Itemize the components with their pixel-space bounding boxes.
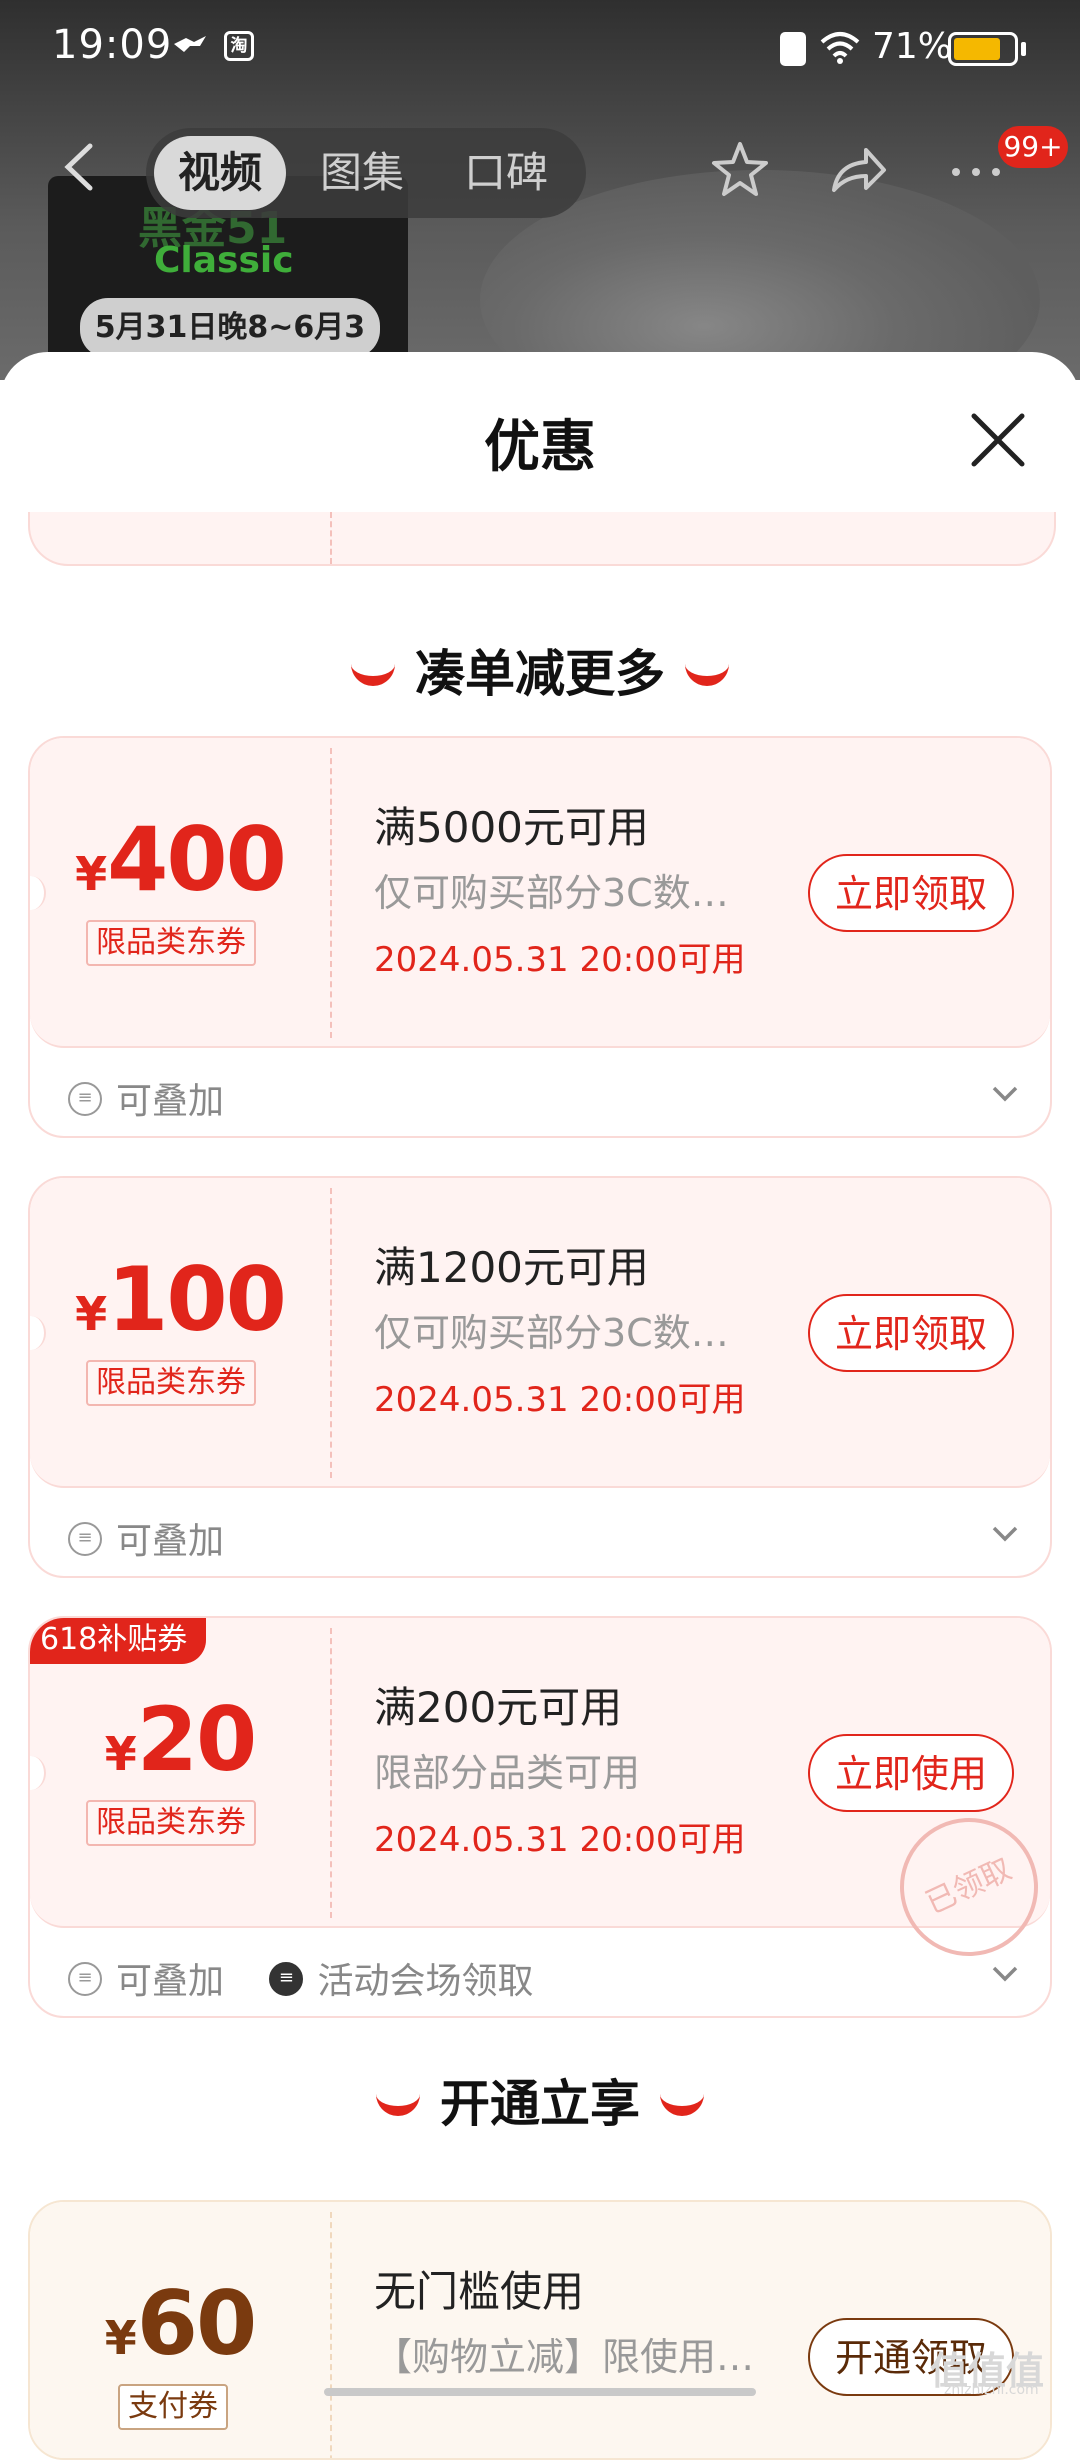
close-icon[interactable] <box>968 410 1028 470</box>
claim-button[interactable]: 立即领取 <box>808 1294 1014 1372</box>
coupon-footer: ≡ 可叠加 ≡ 活动会场领取 <box>68 1952 533 2004</box>
divider <box>330 2212 332 2458</box>
claim-button[interactable]: 立即领取 <box>808 854 1014 932</box>
smile-icon <box>351 654 395 686</box>
tab-reviews[interactable]: 口碑 <box>464 128 548 218</box>
venue-icon: ≡ <box>269 1962 304 1996</box>
coupon-date: 2024.05.31 20:00可用 <box>374 1380 746 1420</box>
stackable-label: 可叠加 <box>116 1521 225 1562</box>
battery-tip <box>1021 42 1026 56</box>
poster-line2: Classic <box>154 240 294 281</box>
coupon-card: ¥100 限品类东券 满1200元可用 仅可购买部分3C数… 2024.05.3… <box>28 1176 1052 1578</box>
stackable-label: 可叠加 <box>116 1961 225 2002</box>
divider <box>330 1188 332 1478</box>
coupon-condition: 无门槛使用 <box>374 2267 585 2316</box>
coupon-body: ¥100 限品类东券 满1200元可用 仅可购买部分3C数… 2024.05.3… <box>30 1178 1050 1488</box>
coupon-scope: 仅可购买部分3C数… <box>374 1311 729 1355</box>
poster-line3: 5月31日晚8~6月3日 <box>80 298 380 386</box>
battery-percent: 71% <box>872 26 953 67</box>
currency-symbol: ¥ <box>104 2311 137 2365</box>
section-title-text: 凑单减更多 <box>415 645 665 703</box>
subsidy-ribbon: 618补贴券 <box>30 1618 206 1664</box>
home-indicator[interactable] <box>324 2388 756 2396</box>
coupon-date: 2024.05.31 20:00可用 <box>374 940 746 980</box>
stack-icon: ≡ <box>68 1082 102 1116</box>
coupon-footer: ≡ 可叠加 <box>68 1512 224 1564</box>
coupon-type-tag: 支付券 <box>118 2384 228 2430</box>
stackable-label: 可叠加 <box>116 1081 225 1122</box>
amount-value: 20 <box>136 1688 257 1791</box>
share-icon[interactable] <box>826 138 890 202</box>
coupon-card: ¥400 限品类东券 满5000元可用 仅可购买部分3C数… 2024.05.3… <box>28 736 1052 1138</box>
chevron-down-icon[interactable] <box>990 1078 1020 1108</box>
amount-value: 100 <box>107 1248 287 1351</box>
coupon-type-tag: 限品类东券 <box>86 1800 256 1846</box>
smile-icon <box>660 2084 704 2116</box>
coupon-scope: 仅可购买部分3C数… <box>374 871 729 915</box>
coupon-date: 2024.05.31 20:00可用 <box>374 1820 746 1860</box>
amount-value: 400 <box>107 808 287 911</box>
amount-value: 60 <box>136 2272 257 2375</box>
sheet-title: 优惠 <box>484 415 596 480</box>
coupon-body: ¥60 支付券 无门槛使用 【购物立减】限使用… 开通领取 <box>30 2202 1050 2458</box>
status-time: 19:09 <box>52 22 173 68</box>
taobao-icon: 淘 <box>224 31 254 61</box>
watermark-url: zhizhizhi.com <box>944 2382 1039 2398</box>
coupon-amount: ¥100 <box>30 1248 330 1351</box>
coupon-scope: 限部分品类可用 <box>374 1751 641 1795</box>
coupon-amount: ¥60 <box>30 2272 330 2375</box>
coupon-amount: ¥20 <box>30 1688 330 1791</box>
coupon-condition: 满200元可用 <box>374 1683 623 1732</box>
coupon-card: ¥20 限品类东券 满200元可用 限部分品类可用 2024.05.31 20:… <box>28 1616 1052 2018</box>
coupon-condition: 满5000元可用 <box>374 803 649 852</box>
coupon-type-tag: 限品类东券 <box>86 920 256 966</box>
section-title-text: 开通立享 <box>440 2075 640 2133</box>
chevron-down-icon[interactable] <box>990 1958 1020 1988</box>
coupon-body: ¥400 限品类东券 满5000元可用 仅可购买部分3C数… 2024.05.3… <box>30 738 1050 1048</box>
coupon-type-tag: 限品类东券 <box>86 1360 256 1406</box>
use-button[interactable]: 立即使用 <box>808 1734 1014 1812</box>
message-badge: 99+ <box>998 126 1068 168</box>
status-bar: 19:09 淘 71% <box>0 0 1080 100</box>
back-icon[interactable] <box>60 142 100 192</box>
previous-coupon-card <box>28 512 1056 566</box>
smile-icon <box>685 654 729 686</box>
stack-icon: ≡ <box>68 1962 102 1996</box>
coupon-sheet: 优惠 凑单减更多 ¥400 限品类东券 满5000元可用 仅可购买部分3C数… … <box>0 352 1080 2460</box>
currency-symbol: ¥ <box>75 1287 108 1341</box>
sim-icon <box>780 32 806 66</box>
coupon-footer: ≡ 可叠加 <box>68 1072 224 1124</box>
claimed-stamp: 已领取 <box>877 1795 1050 1979</box>
wifi-icon <box>820 32 860 64</box>
coupon-amount: ¥400 <box>30 808 330 911</box>
coupon-card: ¥60 支付券 无门槛使用 【购物立减】限使用… 开通领取 <box>28 2200 1052 2460</box>
divider <box>330 1628 332 1918</box>
coupon-condition: 满1200元可用 <box>374 1243 649 1292</box>
tab-gallery[interactable]: 图集 <box>320 128 404 218</box>
currency-symbol: ¥ <box>75 847 108 901</box>
star-icon[interactable] <box>708 138 772 202</box>
smile-icon <box>376 2084 420 2116</box>
venue-label: 活动会场领取 <box>317 1961 534 2002</box>
bird-icon <box>174 36 206 52</box>
section-title-bundle: 凑单减更多 <box>0 634 1080 706</box>
stack-icon: ≡ <box>68 1522 102 1556</box>
divider <box>330 748 332 1038</box>
currency-symbol: ¥ <box>104 1727 137 1781</box>
media-tabs: 视频 图集 口碑 <box>146 128 586 218</box>
section-title-membership: 开通立享 <box>0 2064 1080 2136</box>
tab-video[interactable]: 视频 <box>154 136 287 210</box>
coupon-body: ¥20 限品类东券 满200元可用 限部分品类可用 2024.05.31 20:… <box>30 1618 1050 1979</box>
battery-icon <box>948 32 1018 66</box>
coupon-scope: 【购物立减】限使用… <box>374 2335 755 2379</box>
chevron-down-icon[interactable] <box>990 1518 1020 1548</box>
